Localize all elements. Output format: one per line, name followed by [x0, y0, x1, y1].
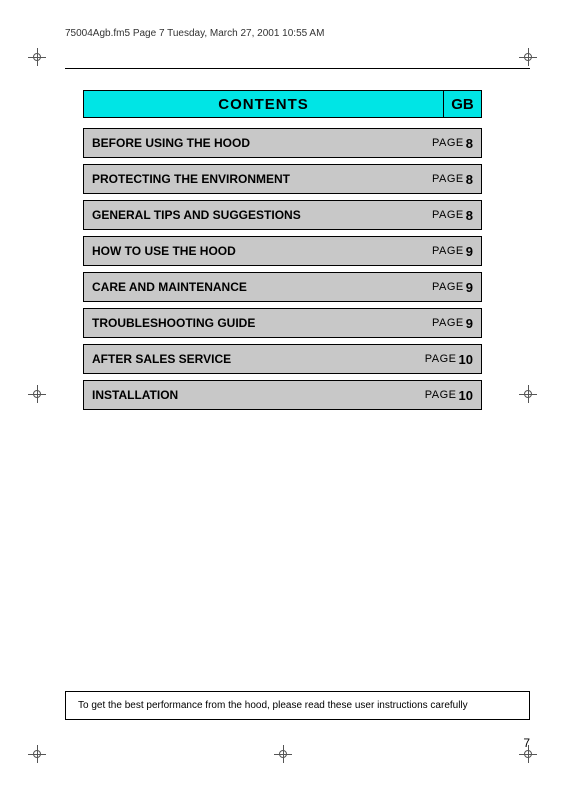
toc-page-word-6: PAGE [425, 353, 457, 365]
toc-container: BEFORE USING THE HOODPAGE8PROTECTING THE… [83, 128, 482, 410]
contents-gb-label: GB [443, 91, 481, 117]
bottom-note-text: To get the best performance from the hoo… [78, 700, 468, 711]
content-area: CONTENTS GB BEFORE USING THE HOODPAGE8PR… [83, 90, 482, 416]
toc-page-1: PAGE8 [432, 172, 481, 187]
toc-page-num-4: 9 [466, 280, 473, 295]
toc-page-num-1: 8 [466, 172, 473, 187]
toc-page-6: PAGE10 [425, 352, 481, 367]
toc-label-6: AFTER SALES SERVICE [84, 352, 425, 366]
toc-page-word-3: PAGE [432, 245, 464, 257]
toc-label-5: TROUBLESHOOTING GUIDE [84, 316, 432, 330]
toc-label-3: HOW TO USE THE HOOD [84, 244, 432, 258]
toc-label-2: GENERAL TIPS AND SUGGESTIONS [84, 208, 432, 222]
contents-header: CONTENTS GB [83, 90, 482, 118]
toc-page-num-5: 9 [466, 316, 473, 331]
toc-page-num-2: 8 [466, 208, 473, 223]
header-bar: 75004Agb.fm5 Page 7 Tuesday, March 27, 2… [65, 28, 535, 39]
toc-row-3: HOW TO USE THE HOODPAGE9 [83, 236, 482, 266]
toc-label-1: PROTECTING THE ENVIRONMENT [84, 172, 432, 186]
page: 75004Agb.fm5 Page 7 Tuesday, March 27, 2… [0, 0, 565, 800]
contents-title: CONTENTS [84, 91, 443, 117]
crosshair-top-left [28, 48, 46, 66]
toc-page-2: PAGE8 [432, 208, 481, 223]
page-number: 7 [523, 736, 530, 750]
toc-page-num-6: 10 [459, 352, 473, 367]
crosshair-top-right [519, 48, 537, 66]
toc-page-word-5: PAGE [432, 317, 464, 329]
toc-page-num-3: 9 [466, 244, 473, 259]
toc-page-num-7: 10 [459, 388, 473, 403]
toc-page-0: PAGE8 [432, 136, 481, 151]
toc-page-word-7: PAGE [425, 389, 457, 401]
toc-page-word-2: PAGE [432, 209, 464, 221]
toc-page-word-4: PAGE [432, 281, 464, 293]
top-separator-line [65, 68, 530, 69]
toc-page-5: PAGE9 [432, 316, 481, 331]
toc-row-2: GENERAL TIPS AND SUGGESTIONSPAGE8 [83, 200, 482, 230]
toc-label-0: BEFORE USING THE HOOD [84, 136, 432, 150]
toc-row-1: PROTECTING THE ENVIRONMENTPAGE8 [83, 164, 482, 194]
toc-page-7: PAGE10 [425, 388, 481, 403]
toc-page-word-0: PAGE [432, 137, 464, 149]
crosshair-mid-left [28, 385, 46, 403]
crosshair-bot-left [28, 745, 46, 763]
header-file-info: 75004Agb.fm5 Page 7 Tuesday, March 27, 2… [65, 28, 324, 39]
toc-label-7: INSTALLATION [84, 388, 425, 402]
toc-label-4: CARE AND MAINTENANCE [84, 280, 432, 294]
toc-page-3: PAGE9 [432, 244, 481, 259]
toc-page-4: PAGE9 [432, 280, 481, 295]
toc-page-word-1: PAGE [432, 173, 464, 185]
bottom-note: To get the best performance from the hoo… [65, 691, 530, 720]
toc-row-0: BEFORE USING THE HOODPAGE8 [83, 128, 482, 158]
crosshair-mid-right [519, 385, 537, 403]
toc-row-6: AFTER SALES SERVICEPAGE10 [83, 344, 482, 374]
toc-row-5: TROUBLESHOOTING GUIDEPAGE9 [83, 308, 482, 338]
toc-row-4: CARE AND MAINTENANCEPAGE9 [83, 272, 482, 302]
crosshair-bot-center [274, 745, 292, 763]
toc-page-num-0: 8 [466, 136, 473, 151]
toc-row-7: INSTALLATIONPAGE10 [83, 380, 482, 410]
